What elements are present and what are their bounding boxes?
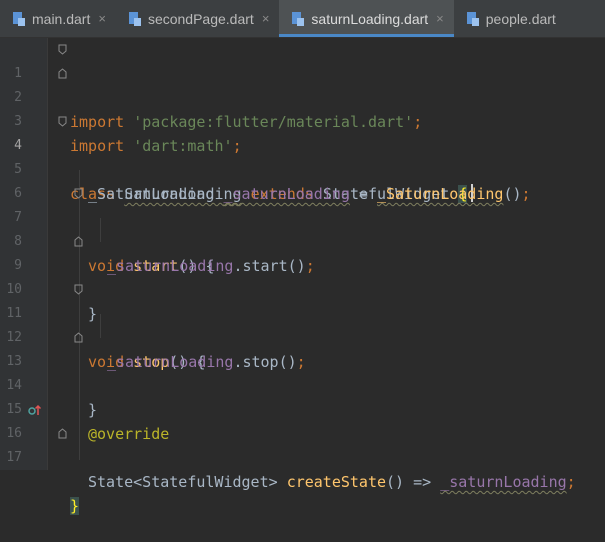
code-line: 3: [0, 86, 605, 129]
fold-icon[interactable]: [58, 116, 67, 127]
code-line: 14: [0, 350, 605, 393]
line-number: 17: [6, 450, 22, 465]
tab-label: secondPage.dart: [147, 10, 254, 27]
fold-icon[interactable]: [74, 284, 83, 295]
tab-second-page-dart[interactable]: secondPage.dart ×: [116, 0, 279, 37]
tab-saturn-loading-dart[interactable]: saturnLoading.dart ×: [279, 0, 455, 37]
code-editor[interactable]: 1 import 'package:flutter/material.dart'…: [0, 38, 605, 515]
tab-main-dart[interactable]: main.dart ×: [0, 0, 116, 37]
fold-icon[interactable]: [58, 44, 67, 55]
override-gutter-icon[interactable]: [28, 403, 42, 417]
code-line: 10: [0, 254, 605, 297]
fold-icon[interactable]: [58, 428, 67, 439]
code-line: 12 _saturnLoading.stop();: [0, 302, 605, 371]
field-name: _saturnLoading: [440, 473, 567, 491]
dart-file-icon: [13, 11, 25, 26]
tab-label: main.dart: [32, 10, 91, 27]
code-line: 16 State<StatefulWidget> createState() =…: [0, 398, 605, 491]
code-line: 5 _SaturnLoading _saturnLoading = _Satur…: [0, 134, 605, 203]
brace: }: [70, 497, 80, 515]
function-name: createState: [286, 473, 387, 491]
code-line: 8 _saturnLoading.start();: [0, 206, 605, 275]
type-name: State<StatefulWidget>: [88, 473, 278, 491]
code-line: 2 import 'dart:math';: [0, 62, 605, 155]
close-icon[interactable]: ×: [98, 11, 106, 26]
dart-file-icon: [128, 11, 141, 26]
dart-file-icon: [292, 11, 305, 26]
code-line: 6: [0, 158, 605, 201]
code-line: 7 void start() {: [0, 182, 605, 275]
code-line: 1 import 'package:flutter/material.dart'…: [0, 38, 605, 131]
code-line: 17 }: [0, 422, 605, 515]
tab-label: people.dart: [485, 10, 556, 27]
arrow-operator: () =>: [386, 473, 441, 491]
semicolon: ;: [566, 473, 576, 491]
fold-icon[interactable]: [74, 188, 83, 199]
code-line: 9 }: [0, 230, 605, 323]
close-icon[interactable]: ×: [436, 11, 444, 26]
dart-file-icon: [466, 11, 479, 26]
tab-label: saturnLoading.dart: [311, 10, 429, 27]
code-line: 13 }: [0, 326, 605, 419]
editor-tab-bar: main.dart × secondPage.dart × saturnLoad…: [0, 0, 605, 38]
code-line: 15 @override: [0, 374, 605, 443]
fold-icon[interactable]: [74, 332, 83, 343]
fold-icon[interactable]: [74, 236, 83, 247]
close-icon[interactable]: ×: [262, 11, 270, 26]
code-line: 4 class SaturnLoading extends StatefulWi…: [0, 110, 605, 203]
fold-icon[interactable]: [58, 68, 67, 79]
tab-people-dart[interactable]: people.dart: [454, 0, 566, 37]
code-line: 11 void stop() {: [0, 278, 605, 371]
